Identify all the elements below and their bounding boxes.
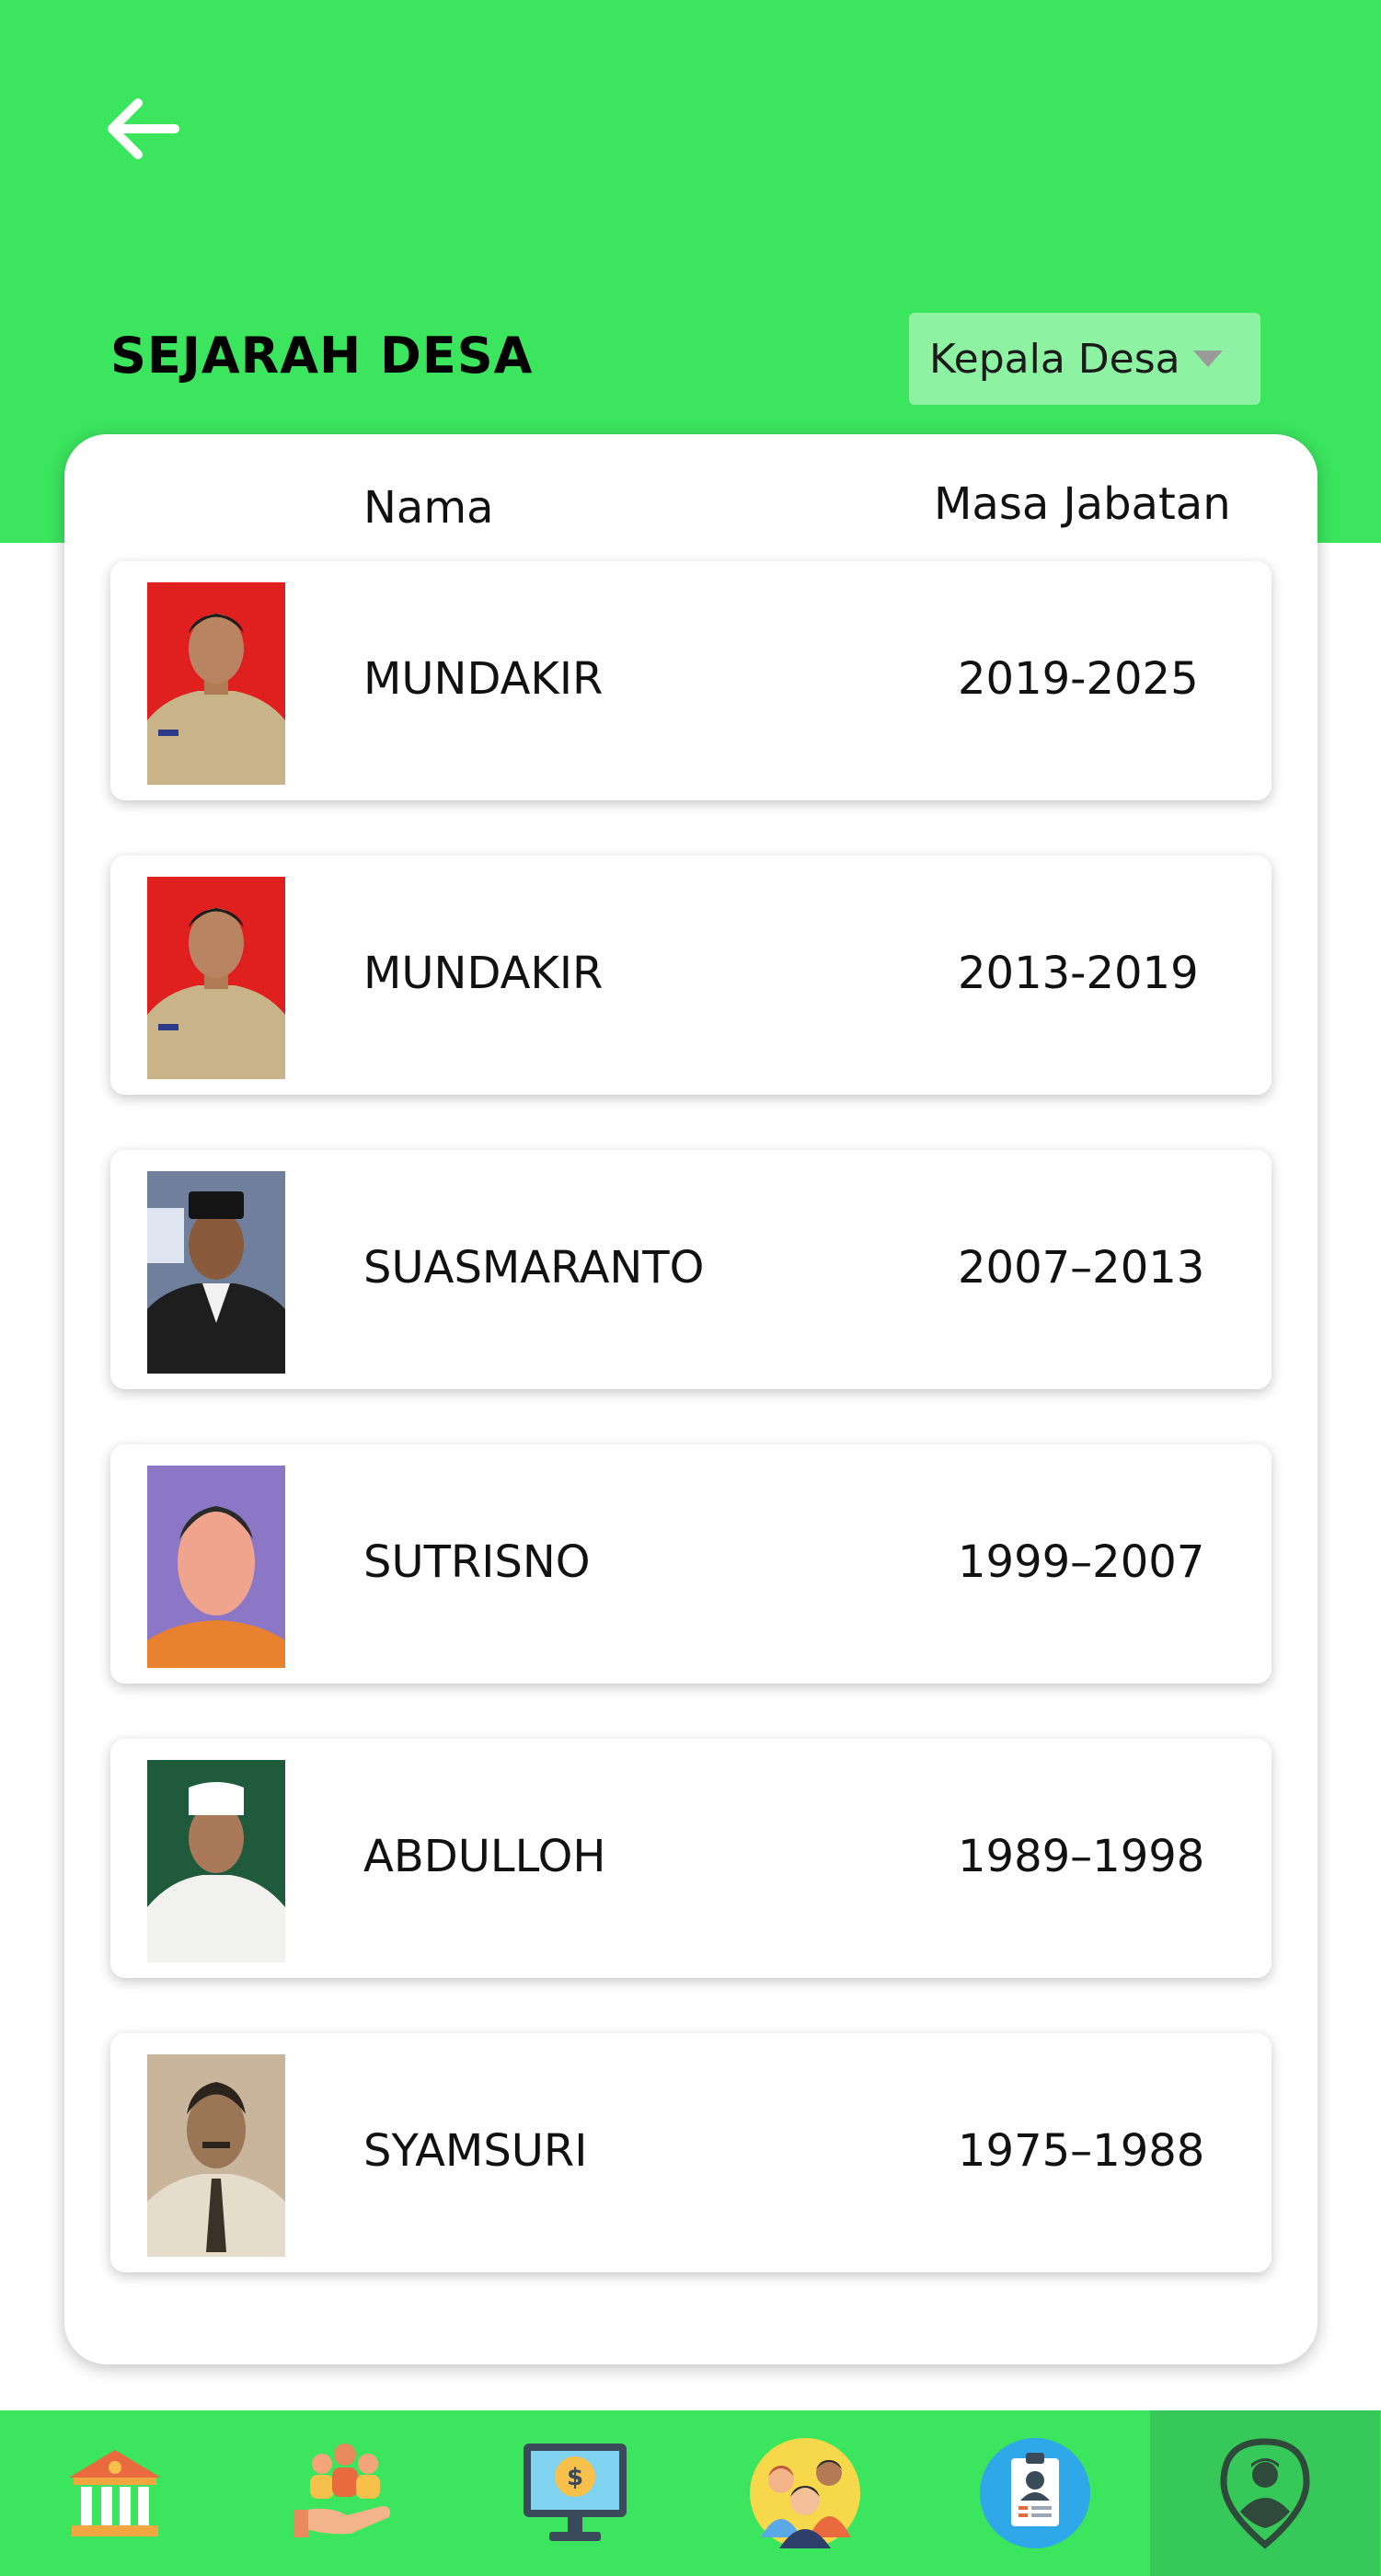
history-card: Nama Masa Jabatan MUNDAKIR 2019-2025 MUN… (64, 434, 1318, 2364)
village-head-location-icon (1220, 2438, 1310, 2549)
official-photo (147, 1760, 285, 1962)
table-row[interactable]: MUNDAKIR 2019-2025 (110, 561, 1272, 800)
column-header-term: Masa Jabatan (934, 478, 1231, 530)
page-title: SEJARAH DESA (110, 327, 534, 385)
official-term: 1975–1988 (958, 2125, 1205, 2177)
position-dropdown[interactable]: Kepala Desa (909, 313, 1260, 405)
official-term: 1989–1998 (958, 1831, 1205, 1882)
table-row[interactable]: SUASMARANTO 2007–2013 (110, 1150, 1272, 1389)
nav-item-community[interactable] (230, 2410, 460, 2576)
official-photo (147, 2054, 285, 2257)
table-row[interactable]: SYAMSURI 1975–1988 (110, 2033, 1272, 2272)
table-row[interactable]: MUNDAKIR 2013-2019 (110, 856, 1272, 1095)
official-term: 2019-2025 (958, 653, 1199, 705)
column-header-name: Nama (363, 482, 494, 534)
official-term: 2007–2013 (958, 1242, 1205, 1294)
official-photo (147, 1466, 285, 1668)
nav-item-village-office[interactable] (0, 2410, 230, 2576)
dropdown-selected-label: Kepala Desa (929, 335, 1180, 383)
official-name: ABDULLOH (363, 1831, 606, 1882)
table-row[interactable]: ABDULLOH 1989–1998 (110, 1739, 1272, 1978)
official-photo (147, 877, 285, 1079)
chevron-down-icon (1192, 351, 1223, 367)
official-name: MUNDAKIR (363, 653, 604, 705)
official-name: SUTRISNO (363, 1536, 591, 1588)
id-badge-icon (980, 2438, 1090, 2548)
official-photo (147, 582, 285, 785)
community-hand-icon (293, 2444, 390, 2537)
svg-text:$: $ (567, 2464, 583, 2491)
nav-item-village-head[interactable] (1150, 2410, 1380, 2576)
table-row[interactable]: SUTRISNO 1999–2007 (110, 1444, 1272, 1684)
official-name: SUASMARANTO (363, 1242, 705, 1294)
nav-item-identity[interactable] (920, 2410, 1150, 2576)
nav-item-officials[interactable] (690, 2410, 920, 2576)
finance-monitor-icon: $ (524, 2444, 627, 2541)
official-photo (147, 1171, 285, 1374)
official-name: MUNDAKIR (363, 948, 604, 999)
official-name: SYAMSURI (363, 2125, 588, 2177)
arrow-left-icon (108, 98, 179, 159)
officials-group-icon (750, 2438, 860, 2548)
official-term: 2013-2019 (958, 948, 1199, 999)
bottom-nav: $ (0, 2410, 1381, 2576)
official-term: 1999–2007 (958, 1536, 1205, 1588)
government-building-icon (69, 2450, 161, 2536)
nav-item-finance[interactable]: $ (460, 2410, 690, 2576)
back-button[interactable] (92, 83, 193, 175)
